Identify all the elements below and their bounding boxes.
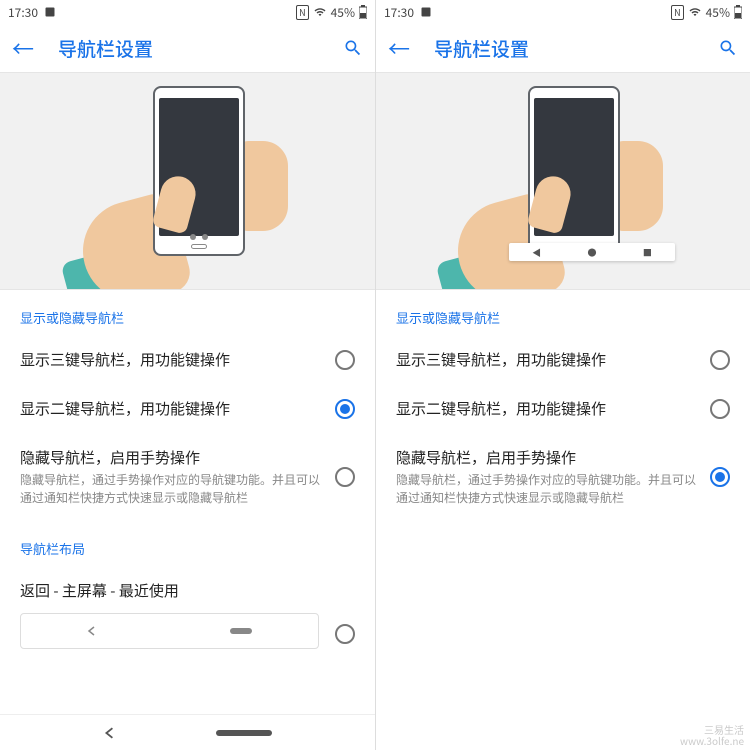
option-three-key[interactable]: 显示三键导航栏，用功能键操作 bbox=[0, 335, 375, 384]
preview-area bbox=[0, 72, 375, 290]
wifi-icon bbox=[688, 6, 702, 18]
preview-area: ◀ ● ■ bbox=[376, 72, 750, 290]
page-title: 导航栏设置 bbox=[58, 35, 343, 62]
option-label: 显示二键导航栏，用功能键操作 bbox=[396, 398, 698, 419]
status-bar: 17:30 N 45% bbox=[376, 0, 750, 24]
notification-icon bbox=[420, 6, 432, 18]
section-show-hide: 显示或隐藏导航栏 bbox=[376, 290, 750, 335]
layout-option-label: 返回 - 主屏幕 - 最近使用 bbox=[0, 566, 375, 605]
status-time: 17:30 bbox=[8, 4, 38, 21]
watermark: 三易生活 www.3olfe.ne bbox=[680, 724, 744, 746]
nav-back-icon[interactable] bbox=[104, 727, 116, 739]
battery-pct: 45% bbox=[331, 4, 355, 21]
option-label: 显示三键导航栏，用功能键操作 bbox=[20, 349, 323, 370]
option-two-key[interactable]: 显示二键导航栏，用功能键操作 bbox=[0, 384, 375, 433]
radio-two-key[interactable] bbox=[335, 399, 355, 419]
radio-two-key[interactable] bbox=[710, 399, 730, 419]
section-show-hide: 显示或隐藏导航栏 bbox=[0, 290, 375, 335]
right-pane: 17:30 N 45% ← 导航栏设置 bbox=[375, 0, 750, 750]
left-pane: 17:30 N 45% ← 导航栏设置 bbox=[0, 0, 375, 750]
option-desc: 隐藏导航栏，通过手势操作对应的导航键功能。并且可以通过通知栏快捷方式快速显示或隐… bbox=[20, 471, 323, 507]
back-nav-icon bbox=[87, 626, 97, 636]
battery-icon bbox=[359, 5, 367, 19]
radio-three-key[interactable] bbox=[335, 350, 355, 370]
nfc-icon: N bbox=[296, 5, 309, 20]
battery-pct: 45% bbox=[706, 4, 730, 21]
radio-gesture[interactable] bbox=[335, 467, 355, 487]
app-bar: ← 导航栏设置 bbox=[0, 24, 375, 72]
status-bar: 17:30 N 45% bbox=[0, 0, 375, 24]
radio-gesture[interactable] bbox=[710, 467, 730, 487]
option-two-key[interactable]: 显示二键导航栏，用功能键操作 bbox=[376, 384, 750, 433]
option-label: 显示三键导航栏，用功能键操作 bbox=[396, 349, 698, 370]
wifi-icon bbox=[313, 6, 327, 18]
option-label: 隐藏导航栏，启用手势操作 bbox=[396, 447, 698, 468]
radio-three-key[interactable] bbox=[710, 350, 730, 370]
system-nav-bar bbox=[0, 714, 375, 750]
nav-recent-icon: ■ bbox=[643, 246, 652, 259]
nav-back-icon: ◀ bbox=[532, 246, 541, 259]
search-button[interactable] bbox=[718, 38, 738, 58]
notification-icon bbox=[44, 6, 56, 18]
nav-home-icon: ● bbox=[587, 246, 596, 259]
option-label: 显示二键导航栏，用功能键操作 bbox=[20, 398, 323, 419]
search-button[interactable] bbox=[343, 38, 363, 58]
nav-home-pill[interactable] bbox=[216, 730, 272, 736]
back-button[interactable]: ← bbox=[12, 32, 34, 64]
battery-icon bbox=[734, 5, 742, 19]
layout-preview bbox=[20, 613, 319, 649]
option-three-key[interactable]: 显示三键导航栏，用功能键操作 bbox=[376, 335, 750, 384]
option-label: 隐藏导航栏，启用手势操作 bbox=[20, 447, 323, 468]
page-title: 导航栏设置 bbox=[434, 35, 718, 62]
option-gesture[interactable]: 隐藏导航栏，启用手势操作 隐藏导航栏，通过手势操作对应的导航键功能。并且可以通过… bbox=[0, 433, 375, 521]
option-desc: 隐藏导航栏，通过手势操作对应的导航键功能。并且可以通过通知栏快捷方式快速显示或隐… bbox=[396, 471, 698, 507]
section-layout: 导航栏布局 bbox=[0, 521, 375, 566]
option-label: 返回 - 主屏幕 - 最近使用 bbox=[20, 580, 343, 601]
app-bar: ← 导航栏设置 bbox=[376, 24, 750, 72]
radio-layout[interactable] bbox=[335, 624, 355, 644]
layout-option-row[interactable] bbox=[0, 605, 375, 663]
status-time: 17:30 bbox=[384, 4, 414, 21]
back-button[interactable]: ← bbox=[388, 32, 410, 64]
home-pill-icon bbox=[230, 628, 252, 634]
nfc-icon: N bbox=[671, 5, 684, 20]
option-gesture[interactable]: 隐藏导航栏，启用手势操作 隐藏导航栏，通过手势操作对应的导航键功能。并且可以通过… bbox=[376, 433, 750, 521]
